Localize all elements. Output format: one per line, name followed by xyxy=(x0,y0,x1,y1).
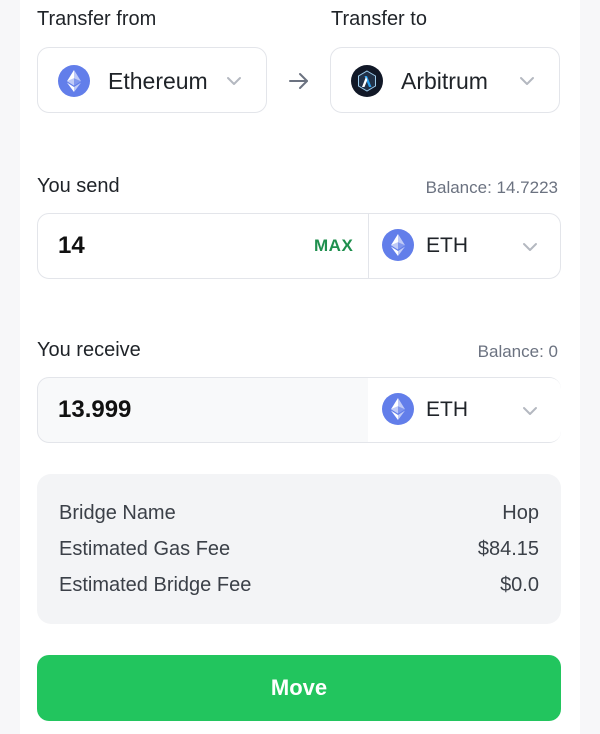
detail-key: Bridge Name xyxy=(59,502,176,524)
eth-token-icon xyxy=(382,229,414,261)
detail-key: Estimated Bridge Fee xyxy=(59,574,252,596)
detail-row-bridge-fee: Estimated Bridge Fee $0.0 xyxy=(59,574,539,600)
detail-row-bridge-name: Bridge Name Hop xyxy=(59,502,539,528)
detail-value: $0.0 xyxy=(500,574,539,596)
to-chain-name: Arbitrum xyxy=(401,68,488,94)
receive-token-symbol: ETH xyxy=(426,398,468,421)
to-chain-select[interactable]: Arbitrum xyxy=(330,47,560,113)
from-chain-select[interactable]: Ethereum xyxy=(37,47,267,113)
chevron-down-icon xyxy=(227,77,241,85)
max-button[interactable]: MAX xyxy=(314,236,353,256)
you-send-label: You send xyxy=(37,175,120,197)
you-receive-label: You receive xyxy=(37,339,141,361)
detail-value: $84.15 xyxy=(477,538,539,560)
send-balance: Balance: 14.7223 xyxy=(425,178,558,197)
arrow-right-icon xyxy=(289,73,308,89)
receive-amount-field: 13.999 ETH xyxy=(37,377,561,443)
detail-row-gas-fee: Estimated Gas Fee $84.15 xyxy=(59,538,539,564)
receive-token-select[interactable]: ETH xyxy=(368,378,561,442)
transfer-from-label: Transfer from xyxy=(37,8,157,30)
transfer-to-label: Transfer to xyxy=(331,8,427,30)
arbitrum-icon xyxy=(351,65,383,97)
eth-token-icon xyxy=(382,393,414,425)
bridge-details-card: Bridge Name Hop Estimated Gas Fee $84.15… xyxy=(37,474,561,624)
detail-value: Hop xyxy=(502,502,539,524)
send-amount-input[interactable]: 14 xyxy=(58,232,85,260)
ethereum-icon xyxy=(58,65,90,97)
from-chain-name: Ethereum xyxy=(108,68,208,94)
chevron-down-icon xyxy=(523,243,537,251)
receive-balance: Balance: 0 xyxy=(477,342,558,361)
chevron-down-icon xyxy=(523,407,537,415)
detail-key: Estimated Gas Fee xyxy=(59,538,231,560)
send-amount-field: 14 MAX ETH xyxy=(37,213,561,279)
send-token-select[interactable]: ETH xyxy=(368,214,561,278)
chevron-down-icon xyxy=(520,77,534,85)
receive-amount-value: 13.999 xyxy=(58,396,132,423)
move-button[interactable]: Move xyxy=(37,655,561,721)
send-token-symbol: ETH xyxy=(426,234,468,257)
